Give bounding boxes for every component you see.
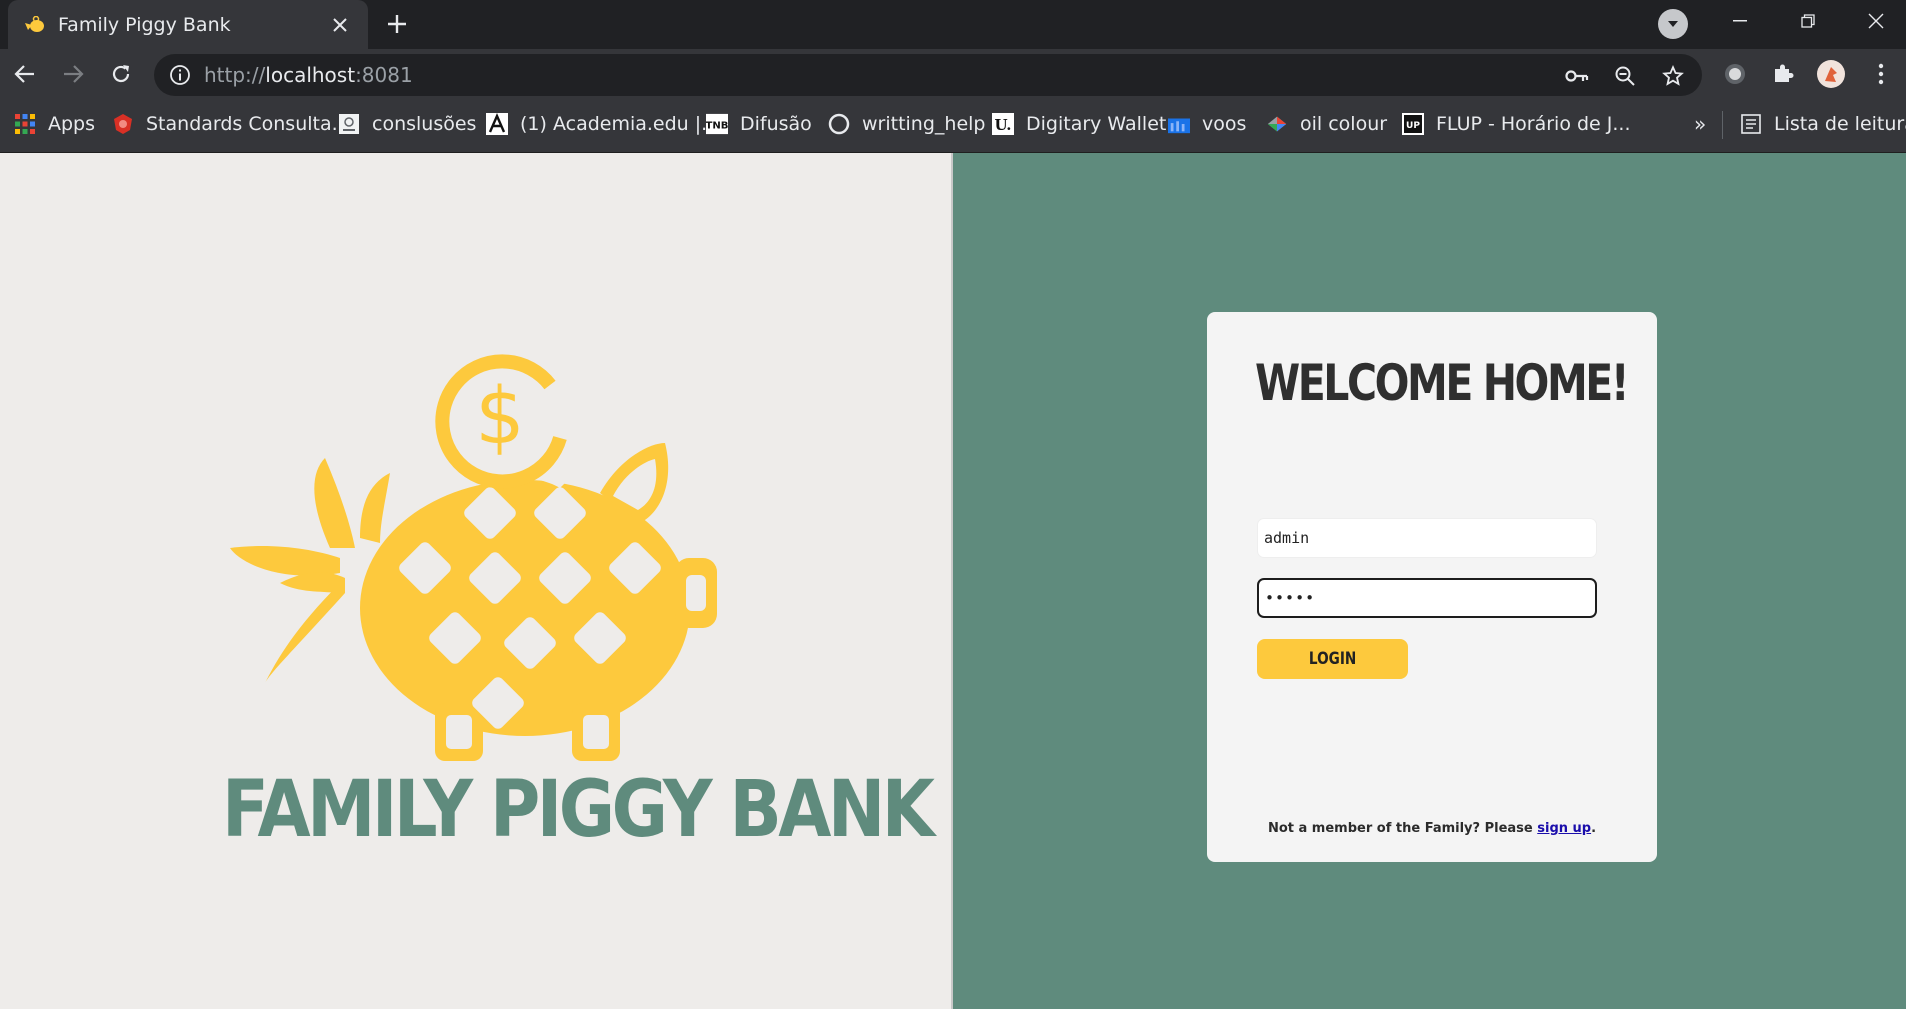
restore-icon[interactable] (1774, 0, 1842, 42)
academia-icon (486, 113, 508, 135)
bookmark-label: writting_help (862, 113, 986, 135)
bookmark-flup[interactable]: UP FLUP - Horário de J... (1402, 109, 1631, 139)
tab-search-icon[interactable] (1658, 9, 1688, 39)
reading-list-label: Lista de leitura (1774, 113, 1906, 135)
bookmark-academia[interactable]: (1) Academia.edu |... (486, 109, 719, 139)
reload-icon[interactable] (106, 59, 136, 89)
signup-prompt: Not a member of the Family? Please sign … (1207, 821, 1657, 836)
url-port: :8081 (355, 63, 413, 87)
welcome-heading: WELCOME HOME! (1255, 354, 1630, 412)
signup-link[interactable]: sign up (1537, 821, 1591, 836)
bookmark-label: Digitary Wallet (1026, 113, 1167, 135)
bookmark-label: (1) Academia.edu |... (520, 113, 720, 135)
brand-title: FAMILY PIGGY BANK (222, 765, 935, 855)
flup-icon: UP (1402, 113, 1424, 135)
bookmark-apps[interactable]: Apps (14, 109, 95, 139)
forward-arrow-icon[interactable] (58, 59, 88, 89)
bookmarks-divider (1722, 111, 1723, 139)
kebab-menu-icon[interactable] (1866, 59, 1896, 89)
palette-icon (1266, 113, 1288, 135)
signup-suffix: . (1591, 821, 1597, 836)
piggy-bank-logo: $ (230, 354, 717, 761)
bookmark-conslusoes[interactable]: conslusões (338, 109, 476, 139)
flup-doc-icon (338, 113, 360, 135)
browser-toolbar: http://localhost:8081 (0, 49, 1906, 99)
address-bar[interactable]: http://localhost:8081 (154, 54, 1702, 96)
login-button-label: LOGIN (1308, 649, 1357, 669)
login-card: WELCOME HOME! LOGIN Not a member of the … (1207, 312, 1657, 862)
bookmark-oil-colour[interactable]: oil colour (1266, 109, 1387, 139)
minimize-icon[interactable] (1706, 0, 1774, 42)
reading-list-icon (1740, 113, 1762, 135)
bookmark-label: Standards Consulta... (146, 113, 350, 135)
browser-titlebar: Family Piggy Bank (0, 0, 1906, 49)
apps-grid-icon (14, 113, 36, 135)
tab-title: Family Piggy Bank (58, 13, 231, 36)
profile-avatar[interactable] (1816, 59, 1846, 89)
bookmarks-bar: Apps Standards Consulta... conslusões (1… (0, 99, 1906, 153)
star-icon[interactable] (1660, 63, 1686, 89)
svg-text:U.: U. (995, 116, 1012, 134)
zoom-out-icon[interactable] (1612, 63, 1638, 89)
url-scheme: http:// (204, 63, 266, 87)
login-button[interactable]: LOGIN (1257, 639, 1408, 679)
svg-text:UP: UP (1406, 121, 1420, 131)
extension-record-icon[interactable] (1720, 59, 1750, 89)
key-icon[interactable] (1564, 63, 1590, 89)
browser-tab[interactable]: Family Piggy Bank (8, 0, 368, 49)
piggy-favicon-icon (24, 14, 46, 36)
bookmark-label: oil colour (1300, 113, 1388, 135)
site-info-icon[interactable] (168, 63, 192, 87)
bookmark-voos[interactable]: voos (1168, 109, 1246, 139)
password-input[interactable] (1257, 578, 1597, 618)
login-panel: WELCOME HOME! LOGIN Not a member of the … (953, 153, 1906, 1009)
digitary-icon: U. (992, 113, 1014, 135)
bookmarks-overflow-chevron[interactable]: » (1694, 109, 1706, 139)
brand-panel: $ FAMILY PIGGY BANK (0, 153, 951, 1009)
username-input[interactable] (1257, 518, 1597, 558)
bookmark-label: Difusão (740, 113, 812, 135)
url-host: localhost (265, 63, 356, 87)
bookmark-difusao[interactable]: TNB Difusão (706, 109, 812, 139)
signup-prefix: Not a member of the Family? Please (1267, 821, 1538, 836)
bookmark-label: Apps (48, 113, 96, 135)
bookmark-label: voos (1202, 113, 1247, 135)
bookmark-label: FLUP - Horário de J... (1436, 113, 1631, 135)
reading-list-button[interactable]: Lista de leitura (1740, 109, 1906, 139)
standards-icon (112, 113, 134, 135)
bookmark-writting-help[interactable]: writting_help (828, 109, 985, 139)
svg-text:TNB: TNB (706, 121, 728, 132)
url-text[interactable]: http://localhost:8081 (204, 63, 413, 87)
extensions-puzzle-icon[interactable] (1768, 59, 1798, 89)
circle-icon (828, 113, 850, 135)
flights-icon (1168, 113, 1190, 135)
bookmark-label: conslusões (372, 113, 477, 135)
page-content: $ FAMILY PIGGY BANK WELCOME HOME! LOGIN … (0, 153, 1906, 1009)
back-arrow-icon[interactable] (10, 59, 40, 89)
bookmark-standards[interactable]: Standards Consulta... (112, 109, 350, 139)
new-tab-icon[interactable] (380, 7, 414, 41)
window-close-icon[interactable] (1842, 0, 1906, 42)
bookmark-digitary[interactable]: U. Digitary Wallet (992, 109, 1166, 139)
tnb-icon: TNB (706, 113, 728, 135)
svg-text:$: $ (475, 372, 525, 462)
tab-close-icon[interactable] (326, 11, 354, 39)
